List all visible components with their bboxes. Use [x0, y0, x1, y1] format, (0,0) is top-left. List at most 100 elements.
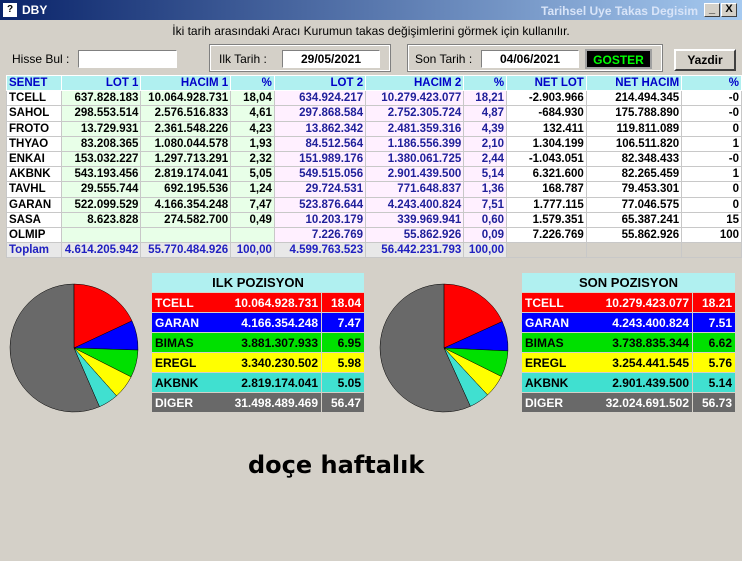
table-cell[interactable]: 2.576.516.833 — [140, 105, 232, 122]
table-cell[interactable]: 10.203.179 — [273, 211, 367, 228]
table-cell[interactable]: 4,39 — [463, 120, 508, 137]
table-cell[interactable]: 1 — [681, 166, 742, 183]
col-nethacim[interactable]: NET HACIM — [585, 74, 683, 92]
col-hacim2[interactable]: HACIM 2 — [365, 74, 465, 92]
table-cell[interactable]: 7,47 — [230, 196, 275, 213]
table-cell[interactable]: 153.032.227 — [60, 150, 142, 168]
table-cell[interactable]: 79.453.301 — [585, 181, 683, 198]
table-cell[interactable]: 274.582.700 — [140, 211, 232, 228]
ilk-tarih-input[interactable]: 29/05/2021 — [282, 50, 380, 68]
table-cell[interactable]: 297.868.584 — [273, 105, 367, 122]
table-cell[interactable]: 1.080.044.578 — [140, 135, 232, 152]
app-icon[interactable]: ? — [3, 3, 17, 17]
table-cell[interactable]: 0 — [681, 196, 742, 213]
table-cell[interactable]: 7.226.769 — [273, 226, 367, 244]
table-cell[interactable]: 1.297.713.291 — [140, 150, 232, 168]
col-netpct[interactable]: % — [681, 74, 742, 92]
table-cell[interactable]: 1 — [681, 135, 742, 152]
table-cell[interactable]: 523.876.644 — [273, 196, 367, 213]
table-cell[interactable]: 2,32 — [230, 150, 275, 168]
table-cell[interactable]: 82.265.459 — [585, 166, 683, 183]
senet-cell[interactable]: GARAN — [6, 196, 62, 213]
table-cell[interactable]: 175.788.890 — [585, 105, 683, 122]
yazdir-button[interactable]: Yazdir — [674, 49, 736, 71]
table-cell[interactable]: 29.555.744 — [60, 181, 142, 198]
senet-cell[interactable]: THYAO — [6, 135, 62, 152]
table-cell[interactable]: 692.195.536 — [140, 181, 232, 198]
table-cell[interactable]: -0 — [681, 105, 742, 122]
table-cell[interactable]: 0,60 — [463, 211, 508, 228]
table-cell[interactable]: -0 — [681, 90, 742, 107]
table-cell[interactable]: 1.304.199 — [506, 135, 587, 152]
table-cell[interactable]: 82.348.433 — [585, 150, 683, 168]
table-cell[interactable]: 106.511.820 — [585, 135, 683, 152]
senet-cell[interactable]: TCELL — [6, 90, 62, 107]
table-cell[interactable]: 84.512.564 — [273, 135, 367, 152]
table-cell[interactable]: 637.828.183 — [60, 90, 142, 107]
senet-cell[interactable]: OLMIP — [6, 226, 62, 244]
table-cell[interactable]: 1,36 — [463, 181, 508, 198]
senet-cell[interactable]: SASA — [6, 211, 62, 228]
table-cell[interactable]: 7.226.769 — [506, 226, 587, 244]
table-cell[interactable]: 1.186.556.399 — [365, 135, 465, 152]
table-cell[interactable]: 298.553.514 — [60, 105, 142, 122]
table-cell[interactable]: 0,09 — [463, 226, 508, 244]
senet-cell[interactable]: TAVHL — [6, 181, 62, 198]
table-cell[interactable]: 543.193.456 — [60, 166, 142, 183]
table-cell[interactable]: 4.243.400.824 — [365, 196, 465, 213]
table-cell[interactable]: 1.777.115 — [506, 196, 587, 213]
col-lot1[interactable]: LOT 1 — [60, 74, 142, 92]
table-cell[interactable]: 132.411 — [506, 120, 587, 137]
table-cell[interactable]: 4,23 — [230, 120, 275, 137]
table-cell[interactable]: 771.648.837 — [365, 181, 465, 198]
table-cell[interactable]: 18,21 — [463, 90, 508, 107]
table-cell[interactable]: 13.729.931 — [60, 120, 142, 137]
table-cell[interactable]: 522.099.529 — [60, 196, 142, 213]
son-tarih-input[interactable]: 04/06/2021 — [481, 50, 579, 68]
table-cell[interactable]: 214.494.345 — [585, 90, 683, 107]
table-cell[interactable]: 0 — [681, 181, 742, 198]
goster-button[interactable]: GOSTER — [585, 49, 652, 69]
table-row[interactable]: TCELL 637.828.183 10.064.928.731 18,04 634.9… — [6, 90, 742, 107]
table-row[interactable]: THYAO 83.208.365 1.080.044.578 1,93 84.512.5… — [6, 135, 742, 152]
table-cell[interactable]: 2.481.359.316 — [365, 120, 465, 137]
table-cell[interactable]: 55.862.926 — [365, 226, 465, 244]
table-cell[interactable]: 18,04 — [230, 90, 275, 107]
table-cell[interactable]: 2.361.548.226 — [140, 120, 232, 137]
table-cell[interactable] — [140, 226, 232, 244]
col-senet[interactable]: SENET — [6, 74, 62, 92]
table-cell[interactable]: 2.752.305.724 — [365, 105, 465, 122]
table-cell[interactable]: 168.787 — [506, 181, 587, 198]
table-cell[interactable]: 65.387.241 — [585, 211, 683, 228]
minimize-button[interactable]: _ — [704, 3, 720, 17]
table-cell[interactable]: 6.321.600 — [506, 166, 587, 183]
table-cell[interactable]: 4,61 — [230, 105, 275, 122]
senet-cell[interactable]: AKBNK — [6, 166, 62, 183]
senet-cell[interactable]: SAHOL — [6, 105, 62, 122]
table-cell[interactable]: 2.901.439.500 — [365, 166, 465, 183]
table-cell[interactable]: -1.043.051 — [506, 150, 587, 168]
col-lot2[interactable]: LOT 2 — [273, 74, 367, 92]
table-cell[interactable]: 0 — [681, 120, 742, 137]
table-row[interactable]: FROTO 13.729.931 2.361.548.226 4,23 13.862.3… — [6, 120, 742, 137]
table-cell[interactable]: 2,44 — [463, 150, 508, 168]
table-cell[interactable]: 100 — [681, 226, 742, 244]
col-netlot[interactable]: NET LOT — [506, 74, 587, 92]
table-cell[interactable]: 1,24 — [230, 181, 275, 198]
col-pct1[interactable]: % — [230, 74, 275, 92]
hisse-search-input[interactable] — [78, 50, 177, 68]
table-row[interactable]: OLMIP 7.226.769 55.862.926 0,09 7.226.769 55.… — [6, 226, 742, 244]
table-cell[interactable]: 0,49 — [230, 211, 275, 228]
table-cell[interactable]: 339.969.941 — [365, 211, 465, 228]
table-cell[interactable]: 634.924.217 — [273, 90, 367, 107]
table-row[interactable]: GARAN 522.099.529 4.166.354.248 7,47 523.876… — [6, 196, 742, 213]
table-cell[interactable]: 2,10 — [463, 135, 508, 152]
table-cell[interactable]: 549.515.056 — [273, 166, 367, 183]
table-cell[interactable]: 1.380.061.725 — [365, 150, 465, 168]
table-cell[interactable]: -684.930 — [506, 105, 587, 122]
table-cell[interactable]: 55.862.926 — [585, 226, 683, 244]
table-cell[interactable]: 29.724.531 — [273, 181, 367, 198]
table-cell[interactable]: 10.279.423.077 — [365, 90, 465, 107]
table-row[interactable]: SAHOL 298.553.514 2.576.516.833 4,61 297.868… — [6, 105, 742, 122]
table-row[interactable]: TAVHL 29.555.744 692.195.536 1,24 29.724.531… — [6, 181, 742, 198]
